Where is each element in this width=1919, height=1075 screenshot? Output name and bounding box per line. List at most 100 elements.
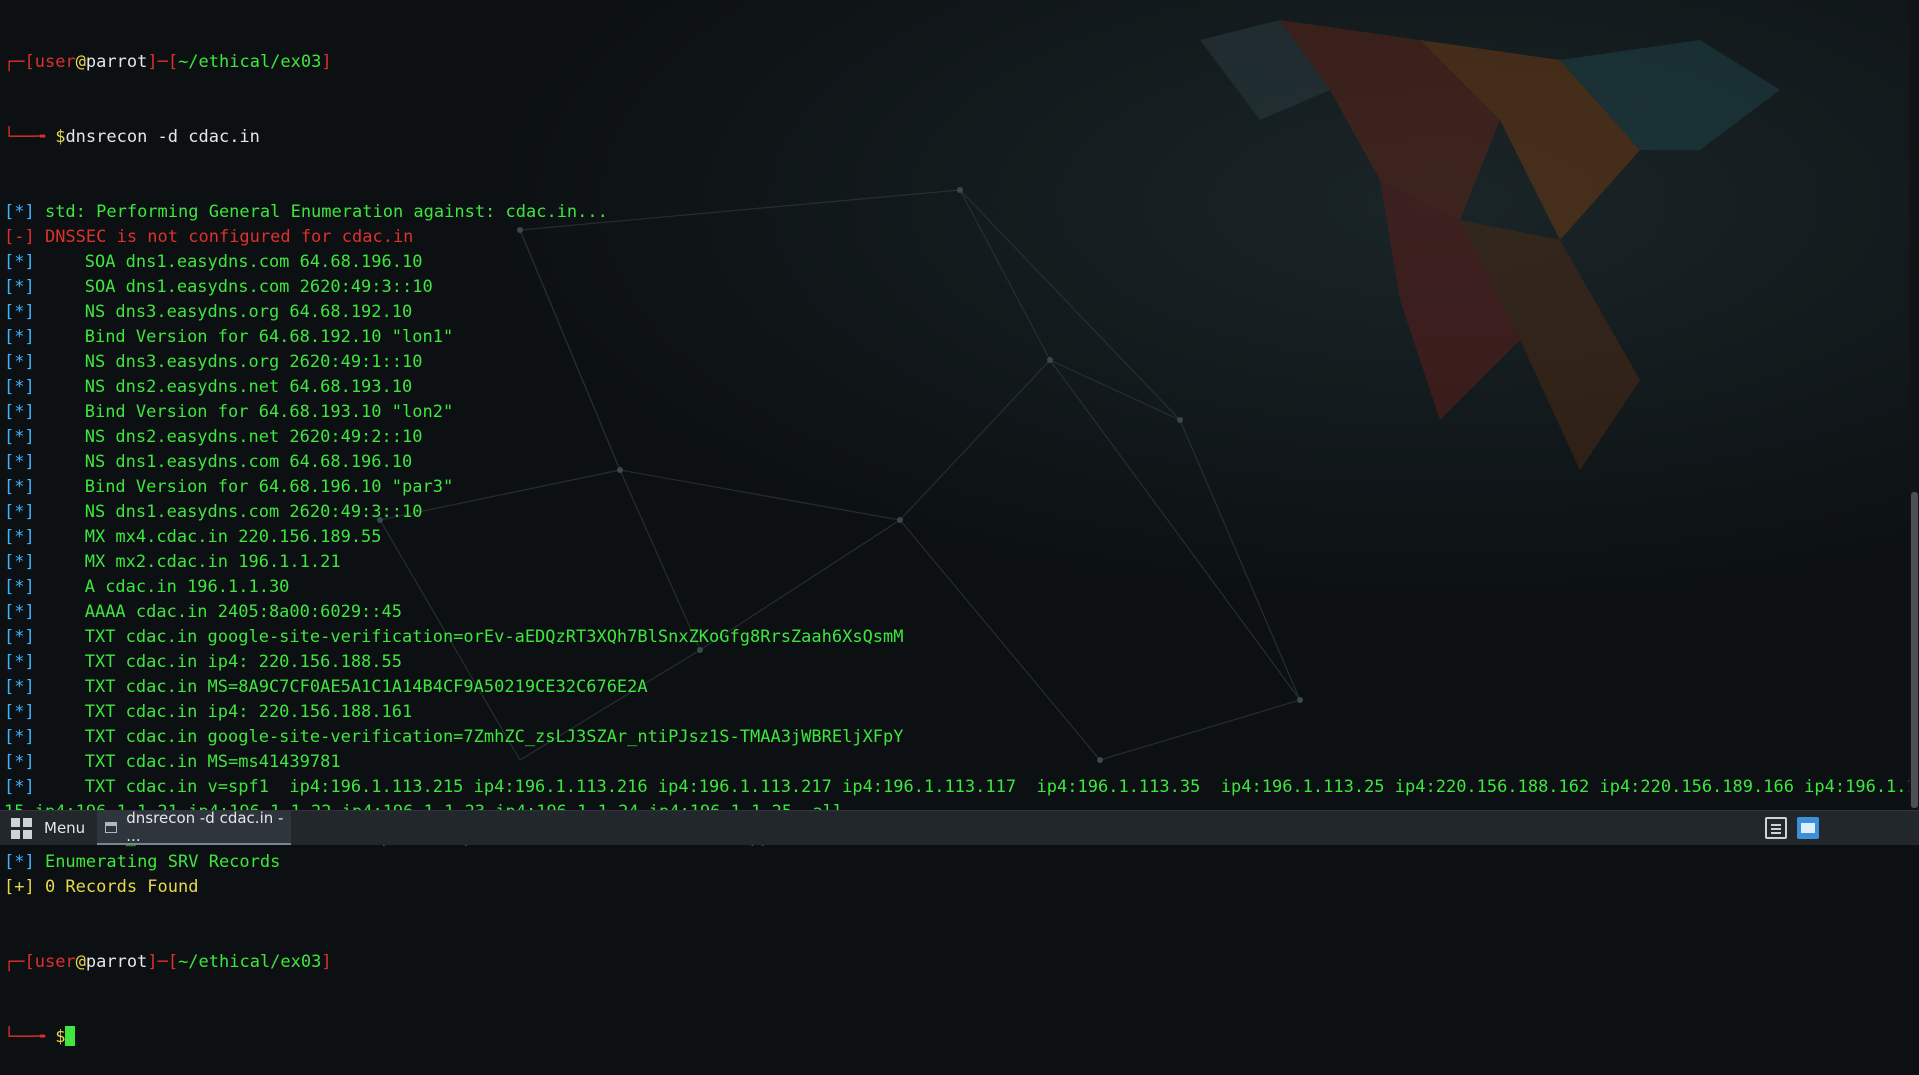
prompt-path: ~/ethical/ex03	[178, 52, 322, 72]
output-line: [*] MX mx2.cdac.in 196.1.1.21	[4, 550, 1900, 575]
prompt-user: user	[34, 52, 76, 72]
status-tag: [*]	[4, 777, 35, 797]
keyboard-icon[interactable]	[1765, 817, 1787, 839]
text-cursor	[65, 1026, 76, 1046]
output-text: SOA dns1.easydns.com 2620:49:3::10	[84, 277, 433, 297]
status-tag: [*]	[4, 702, 35, 722]
output-line: [*] AAAA cdac.in 2405:8a00:6029::45	[4, 600, 1900, 625]
prompt-host: parrot	[85, 52, 148, 72]
output-text: Bind Version for 64.68.193.10 "lon2"	[84, 402, 454, 422]
status-tag: [*]	[4, 552, 35, 572]
taskbar-window-label: dnsrecon -d cdac.in - ...	[126, 809, 284, 845]
status-tag: [*]	[4, 477, 35, 497]
output-text: TXT cdac.in v=spf1 ip4:196.1.113.215 ip4…	[84, 777, 1919, 797]
output-line: [*] TXT cdac.in MS=8A9C7CF0AE5A1C1A14B4CF…	[4, 675, 1900, 700]
output-text: TXT cdac.in google-site-verification=7Zm…	[84, 727, 904, 747]
output-line: [*] Enumerating SRV Records	[4, 850, 1900, 875]
status-tag: [*]	[4, 202, 35, 222]
screen-icon[interactable]	[1797, 817, 1819, 839]
input-line[interactable]: └──╼ $	[4, 1025, 1900, 1050]
output-text: TXT cdac.in ip4: 220.156.188.55	[84, 652, 402, 672]
prompt-line-1: ┌─[user@parrot]─[~/ethical/ex03]	[4, 52, 332, 72]
prompt-dollar: $	[55, 127, 66, 147]
scrollbar-thumb[interactable]	[1911, 492, 1918, 808]
menu-label: Menu	[44, 819, 86, 837]
output-text: TXT cdac.in google-site-verification=orE…	[84, 627, 904, 647]
output-line: [*] A cdac.in 196.1.1.30	[4, 575, 1900, 600]
output-line: [*] NS dns1.easydns.com 64.68.196.10	[4, 450, 1900, 475]
output-line: [*] Bind Version for 64.68.193.10 "lon2"	[4, 400, 1900, 425]
output-line: [*] NS dns2.easydns.net 2620:49:2::10	[4, 425, 1900, 450]
output-text: 0 Records Found	[34, 877, 199, 897]
output-text: TXT cdac.in MS=8A9C7CF0AE5A1C1A14B4CF9A5…	[84, 677, 648, 697]
output-text: Bind Version for 64.68.196.10 "par3"	[84, 477, 454, 497]
taskbar-window-button[interactable]: dnsrecon -d cdac.in - ...	[97, 809, 291, 845]
output-line: [*] TXT cdac.in google-site-verification=…	[4, 625, 1900, 650]
prompt-dollar: $	[55, 1027, 66, 1047]
output-line: [*] NS dns3.easydns.org 64.68.192.10	[4, 300, 1900, 325]
output-line: [*] Bind Version for 64.68.196.10 "par3"	[4, 475, 1900, 500]
command-output: [*] std: Performing General Enumeration …	[4, 200, 1919, 900]
prompt-at: @	[75, 952, 86, 972]
status-tag: [*]	[4, 402, 35, 422]
status-tag: [*]	[4, 277, 35, 297]
prompt-line-2: ┌─[user@parrot]─[~/ethical/ex03]	[4, 952, 332, 972]
output-line: [*] Bind Version for 64.68.192.10 "lon1"	[4, 325, 1900, 350]
status-tag: [*]	[4, 652, 35, 672]
output-text: NS dns3.easydns.org 64.68.192.10	[84, 302, 413, 322]
command-text: dnsrecon -d cdac.in	[65, 127, 260, 147]
output-line: [*] SOA dns1.easydns.com 64.68.196.10	[4, 250, 1900, 275]
prompt-path: ~/ethical/ex03	[178, 952, 322, 972]
output-line: [*] TXT cdac.in v=spf1 ip4:196.1.113.215 …	[4, 775, 1919, 800]
output-text: SOA dns1.easydns.com 64.68.196.10	[84, 252, 423, 272]
output-text: NS dns3.easydns.org 2620:49:1::10	[84, 352, 423, 372]
output-line: [*] TXT cdac.in MS=ms41439781	[4, 750, 1900, 775]
prompt-host: parrot	[85, 952, 148, 972]
status-tag: [*]	[4, 302, 35, 322]
menu-button[interactable]: Menu	[0, 811, 96, 845]
output-text: NS dns1.easydns.com 2620:49:3::10	[84, 502, 423, 522]
output-line: [*] TXT cdac.in ip4: 220.156.188.161	[4, 700, 1900, 725]
status-tag: [*]	[4, 677, 35, 697]
output-text: Bind Version for 64.68.192.10 "lon1"	[84, 327, 454, 347]
status-tag: [+]	[4, 877, 35, 897]
status-tag: [*]	[4, 427, 35, 447]
status-tag: [*]	[4, 752, 35, 772]
output-line: [-] DNSSEC is not configured for cdac.in	[4, 225, 1900, 250]
terminal-window-icon	[105, 821, 118, 833]
prompt-at: @	[75, 52, 86, 72]
output-text: NS dns2.easydns.net 2620:49:2::10	[84, 427, 423, 447]
output-line: [*] NS dns2.easydns.net 64.68.193.10	[4, 375, 1900, 400]
output-text: NS dns2.easydns.net 64.68.193.10	[84, 377, 413, 397]
output-text: AAAA cdac.in 2405:8a00:6029::45	[84, 602, 402, 622]
output-line: [*] std: Performing General Enumeration …	[4, 200, 1900, 225]
output-text: std: Performing General Enumeration agai…	[34, 202, 608, 222]
terminal-output[interactable]: ┌─[user@parrot]─[~/ethical/ex03] └──╼ $d…	[0, 0, 1919, 1047]
status-tag: [*]	[4, 252, 35, 272]
status-tag: [*]	[4, 377, 35, 397]
status-tag: [*]	[4, 602, 35, 622]
terminal-scrollbar[interactable]	[1909, 0, 1919, 810]
status-tag: [*]	[4, 502, 35, 522]
status-tag: [*]	[4, 452, 35, 472]
status-tag: [*]	[4, 327, 35, 347]
output-text: Enumerating SRV Records	[34, 852, 281, 872]
output-text: NS dns1.easydns.com 64.68.196.10	[84, 452, 413, 472]
system-tray	[1765, 811, 1919, 845]
prompt-user: user	[34, 952, 76, 972]
status-tag: [*]	[4, 627, 35, 647]
output-line: [*] SOA dns1.easydns.com 2620:49:3::10	[4, 275, 1900, 300]
status-tag: [*]	[4, 852, 35, 872]
status-tag: [*]	[4, 577, 35, 597]
output-line: [+] 0 Records Found	[4, 875, 1900, 900]
output-text: DNSSEC is not configured for cdac.in	[34, 227, 414, 247]
output-line: [*] MX mx4.cdac.in 220.156.189.55	[4, 525, 1900, 550]
taskbar: Menu dnsrecon -d cdac.in - ...	[0, 809, 1919, 845]
output-line: [*] TXT cdac.in google-site-verification=…	[4, 725, 1900, 750]
command-line: └──╼ $dnsrecon -d cdac.in	[4, 127, 260, 147]
output-line: [*] NS dns3.easydns.org 2620:49:1::10	[4, 350, 1900, 375]
status-tag: [*]	[4, 727, 35, 747]
output-text: MX mx2.cdac.in 196.1.1.21	[84, 552, 341, 572]
output-line: [*] TXT cdac.in ip4: 220.156.188.55	[4, 650, 1900, 675]
status-tag: [*]	[4, 352, 35, 372]
